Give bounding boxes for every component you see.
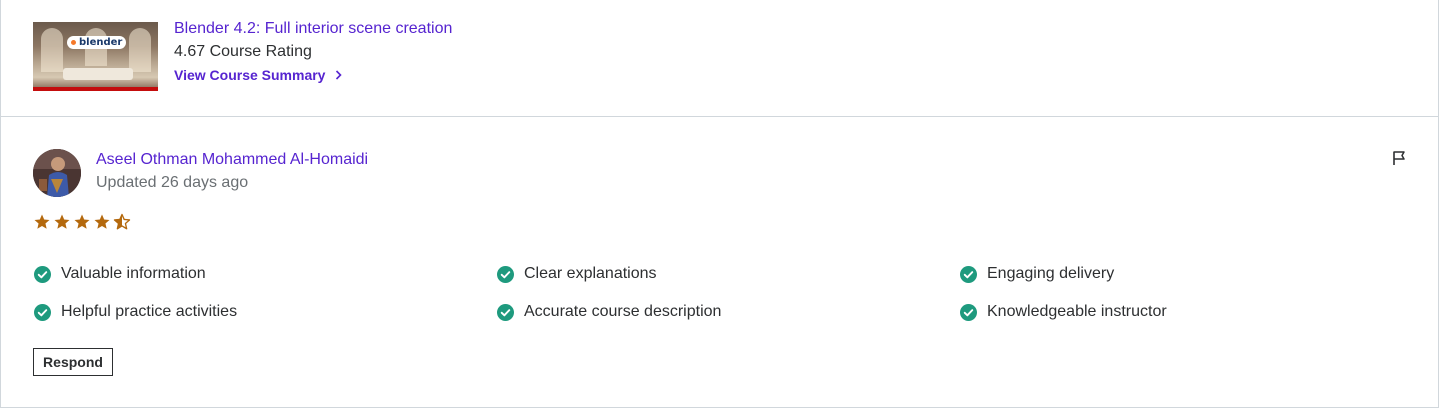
flag-icon[interactable]: [1391, 150, 1407, 166]
star-icon: [34, 214, 50, 229]
star-icon: [54, 214, 70, 229]
tag-label: Helpful practice activities: [61, 303, 238, 320]
avatar: [33, 149, 81, 197]
tag-label: Engaging delivery: [987, 265, 1115, 282]
course-rating: 4.67 Course Rating: [174, 43, 312, 60]
star-half-icon: [113, 213, 131, 230]
star-rating: [33, 213, 131, 231]
tag-valuable-information: Valuable information: [34, 265, 206, 283]
tag-label: Clear explanations: [524, 265, 657, 282]
tag-knowledgeable-instructor: Knowledgeable instructor: [960, 303, 1167, 321]
star-icon: [94, 214, 110, 229]
review-date: Updated 26 days ago: [96, 174, 249, 191]
section-divider: [0, 116, 1439, 117]
star-icon: [74, 214, 90, 229]
check-circle-icon: [960, 265, 977, 283]
course-thumbnail[interactable]: blender: [33, 22, 158, 91]
check-circle-icon: [497, 303, 514, 321]
check-circle-icon: [960, 303, 977, 321]
tag-clear-explanations: Clear explanations: [497, 265, 657, 283]
tag-helpful-practice-activities: Helpful practice activities: [34, 303, 237, 321]
view-course-summary-link[interactable]: View Course Summary: [174, 67, 343, 83]
reviewer-name[interactable]: Aseel Othman Mohammed Al-Homaidi: [96, 151, 368, 169]
blender-logo: blender: [67, 36, 127, 49]
check-circle-icon: [34, 303, 51, 321]
tag-label: Knowledgeable instructor: [987, 303, 1167, 320]
tag-label: Accurate course description: [524, 303, 722, 320]
view-course-summary-label: View Course Summary: [174, 67, 326, 83]
check-circle-icon: [497, 265, 514, 283]
tag-engaging-delivery: Engaging delivery: [960, 265, 1114, 283]
review-card: [0, 0, 1439, 408]
check-circle-icon: [34, 265, 51, 283]
tag-accurate-course-description: Accurate course description: [497, 303, 721, 321]
chevron-right-icon: [336, 70, 343, 80]
respond-button[interactable]: Respond: [33, 348, 113, 376]
course-title-link[interactable]: Blender 4.2: Full interior scene creatio…: [174, 20, 452, 38]
tag-label: Valuable information: [61, 265, 206, 282]
